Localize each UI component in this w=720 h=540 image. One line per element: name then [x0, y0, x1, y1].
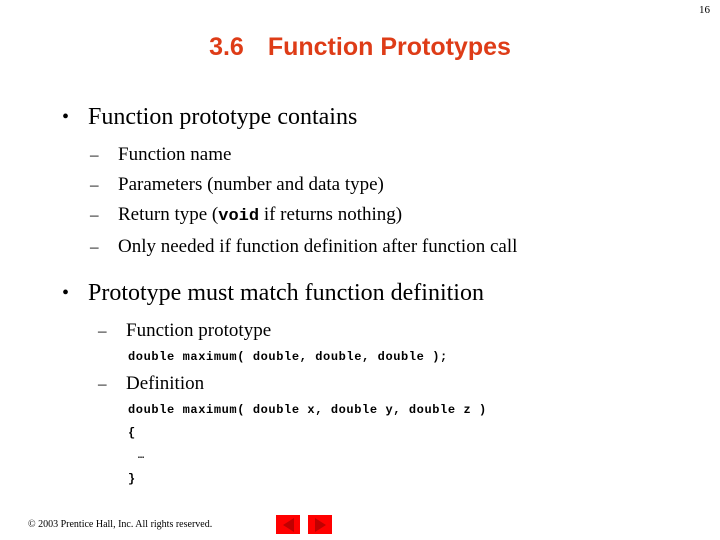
inline-code-void: void — [218, 207, 260, 226]
bullet-function-prototype-contains: • Function prototype contains — [0, 100, 720, 134]
code-definition-signature: double maximum( double x, double y, doub… — [128, 403, 487, 417]
bullet-prototype-must-match: • Prototype must match function definiti… — [0, 276, 720, 310]
triangle-right-icon — [314, 517, 326, 532]
code-body-ellipsis: … — [138, 451, 145, 462]
dash-marker-icon: – — [98, 321, 107, 340]
sub-bullet-only-needed: – Only needed if function definition aft… — [0, 232, 720, 262]
triangle-left-icon — [282, 517, 294, 532]
sub-bullet-parameters: – Parameters (number and data type) — [0, 170, 720, 200]
dash-marker-icon: – — [98, 374, 107, 393]
bullet-text: Prototype must match function definition — [88, 280, 484, 306]
slide: 16 3.6 Function Prototypes • Function pro… — [0, 0, 720, 540]
sub-bullet-definition: – Definition — [0, 369, 720, 399]
dash-marker-icon: – — [90, 237, 99, 256]
dash-marker-icon: – — [90, 145, 99, 164]
navigation-buttons — [276, 515, 332, 534]
sub-bullet-text-post: if returns nothing) — [259, 204, 403, 225]
page-title: 3.6 Function Prototypes — [0, 32, 720, 62]
sub-bullet-text: Definition — [126, 373, 205, 394]
copyright-notice: © 2003 Prentice Hall, Inc. All rights re… — [28, 519, 213, 530]
code-open-brace: { — [128, 426, 136, 440]
sub-bullet-text-pre: Return type ( — [118, 204, 219, 225]
dash-marker-icon: – — [90, 175, 99, 194]
page-number: 16 — [699, 4, 710, 16]
title-text: Function Prototypes — [267, 33, 511, 61]
sub-bullet-text: Only needed if function definition after… — [118, 236, 518, 257]
sub-bullet-return-type: – Return type (void if returns nothing) — [0, 200, 720, 232]
slide-content: • Function prototype contains – Function… — [0, 100, 720, 491]
bullet-text: Function prototype contains — [88, 104, 358, 130]
sub-bullet-text: Function name — [118, 144, 232, 165]
sub-bullet-function-prototype: – Function prototype — [0, 316, 720, 346]
bullet-marker-icon: • — [62, 106, 70, 128]
previous-slide-button[interactable] — [276, 515, 300, 534]
sub-bullet-text: Parameters (number and data type) — [118, 174, 384, 195]
dash-marker-icon: – — [90, 205, 99, 224]
code-close-brace: } — [128, 472, 136, 486]
sub-bullet-text: Function prototype — [126, 320, 272, 341]
bullet-marker-icon: • — [62, 282, 70, 304]
code-prototype-signature: double maximum( double, double, double )… — [128, 350, 448, 364]
sub-bullet-function-name: – Function name — [0, 140, 720, 170]
section-number: 3.6 — [209, 33, 244, 61]
next-slide-button[interactable] — [308, 515, 332, 534]
